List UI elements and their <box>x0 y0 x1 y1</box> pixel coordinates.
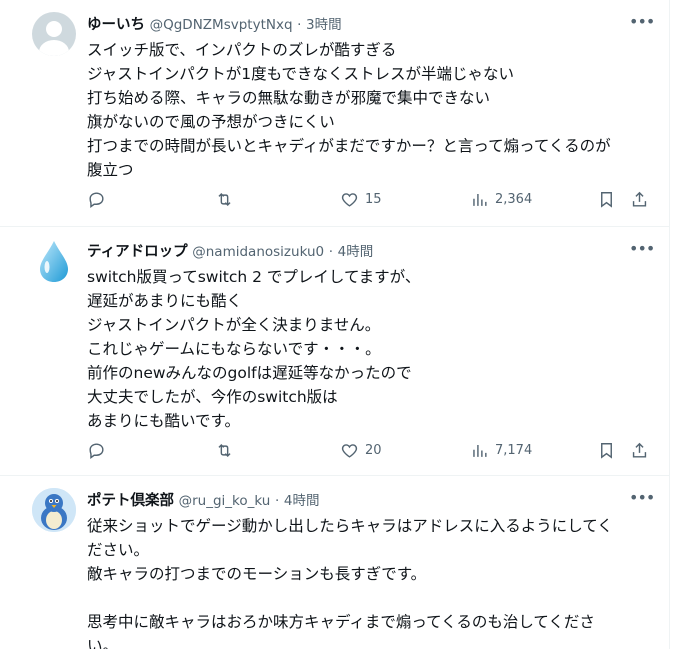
views-button[interactable]: 2,364 <box>470 188 532 210</box>
separator-dot: · <box>274 493 280 509</box>
reply-button[interactable] <box>87 188 106 210</box>
tweet-text-line: スイッチ版で、インパクトのズレが酷すぎる <box>87 41 397 59</box>
tweet-text-line: い。 <box>87 637 119 649</box>
tweet-text-line: ださい。 <box>87 541 150 559</box>
bookmark-icon <box>601 191 612 208</box>
timestamp[interactable]: 3時間 <box>306 17 342 33</box>
tweet-actions: 15 2,364 <box>87 188 651 210</box>
avatar[interactable] <box>32 239 76 283</box>
separator-dot: · <box>297 17 302 33</box>
tweet-header: ゆーいち @QgDNZMsvptytNxq · 3時間 <box>87 14 639 36</box>
analytics-icon <box>473 193 487 206</box>
timestamp[interactable]: 4時間 <box>338 244 374 260</box>
tweet-text: 従来ショットでゲージ動かし出したらキャラはアドレスに入るようにしてく ださい。 … <box>87 514 649 649</box>
bookmark-icon <box>601 442 612 459</box>
tweet-text-line: あまりにも酷いです。 <box>87 412 240 430</box>
tweet[interactable]: ティアドロップ @namidanosizuku0 · 4時間 ••• switc… <box>0 227 670 476</box>
tweet-actions: 20 7,174 <box>87 439 651 461</box>
user-handle[interactable]: @namidanosizuku0 <box>192 244 324 260</box>
tweet-text-line: switch版買ってswitch 2 でプレイしてますが、 <box>87 268 421 286</box>
tweet-text-line: 思考中に敵キャラはおろか味方キャディまで煽ってくるのも治してくださ <box>87 613 595 631</box>
tweet-text-line: 打つまでの時間が長いとキャディがまだですかー？と言って煽ってくるのが <box>87 137 611 155</box>
timeline-feed: ゆーいち @QgDNZMsvptytNxq · 3時間 ••• スイッチ版で、イ… <box>0 0 670 649</box>
more-horizontal-icon[interactable]: ••• <box>629 490 655 510</box>
share-icon <box>632 442 647 458</box>
display-name[interactable]: ティアドロップ <box>87 244 188 260</box>
avatar[interactable] <box>32 488 76 532</box>
tweet-text-line: 旗がないので風の予想がつきにくい <box>87 113 335 131</box>
penguin-icon <box>32 488 76 532</box>
retweet-button[interactable] <box>215 188 234 210</box>
tweet-text-line: 前作のnewみんなのgolfは遅延等なかったので <box>87 364 412 382</box>
views-button[interactable]: 7,174 <box>470 439 532 461</box>
tweet-text-line: 打ち始める際、キャラの無駄な動きが邪魔で集中できない <box>87 89 491 107</box>
reply-icon <box>89 191 104 208</box>
water-drop-icon <box>40 241 68 282</box>
like-button[interactable]: 15 <box>340 188 382 210</box>
tweet-text-line: 腹立つ <box>87 161 134 179</box>
share-button[interactable] <box>630 439 649 461</box>
more-horizontal-icon[interactable]: ••• <box>629 241 655 261</box>
tweet-header: ポテト倶楽部 @ru_gi_ko_ku · 4時間 <box>87 490 639 512</box>
display-name[interactable]: ゆーいち <box>87 17 145 33</box>
share-button[interactable] <box>630 188 649 210</box>
heart-icon <box>341 192 358 207</box>
user-handle[interactable]: @QgDNZMsvptytNxq <box>150 17 293 33</box>
like-count: 20 <box>365 442 382 458</box>
retweet-icon <box>218 443 231 457</box>
tweet-header: ティアドロップ @namidanosizuku0 · 4時間 <box>87 241 639 263</box>
tweet-text: スイッチ版で、インパクトのズレが酷すぎる ジャストインパクトが1度もできなくスト… <box>87 38 649 182</box>
separator-dot: · <box>328 244 334 260</box>
tweet-text-line: 敵キャラの打つまでのモーションも長すぎです。 <box>87 565 427 583</box>
tweet-text-line: ジャストインパクトが1度もできなくストレスが半端じゃない <box>87 65 514 83</box>
heart-icon <box>341 443 358 458</box>
tweet-text-line: 大丈夫でしたが、今作のswitch版は <box>87 388 338 406</box>
tweet-text-line: 遅延があまりにも酷く <box>87 292 243 310</box>
like-button[interactable]: 20 <box>340 439 382 461</box>
reply-button[interactable] <box>87 439 106 461</box>
tweet[interactable]: ゆーいち @QgDNZMsvptytNxq · 3時間 ••• スイッチ版で、イ… <box>0 0 670 227</box>
display-name[interactable]: ポテト倶楽部 <box>87 493 174 509</box>
views-count: 2,364 <box>495 191 533 207</box>
reply-icon <box>89 442 104 459</box>
timestamp[interactable]: 4時間 <box>284 493 320 509</box>
analytics-icon <box>473 444 487 457</box>
bookmark-button[interactable] <box>597 188 616 210</box>
views-count: 7,174 <box>495 442 533 458</box>
tweet-text: switch版買ってswitch 2 でプレイしてますが、 遅延があまりにも酷く… <box>87 265 649 433</box>
like-count: 15 <box>365 191 382 207</box>
tweet[interactable]: ポテト倶楽部 @ru_gi_ko_ku · 4時間 ••• 従来ショットでゲージ… <box>0 476 670 649</box>
more-horizontal-icon[interactable]: ••• <box>629 14 655 34</box>
share-icon <box>632 191 647 207</box>
user-handle[interactable]: @ru_gi_ko_ku <box>179 493 271 509</box>
retweet-button[interactable] <box>215 439 234 461</box>
avatar[interactable] <box>32 12 76 56</box>
retweet-icon <box>218 192 231 206</box>
tweet-text-line: 従来ショットでゲージ動かし出したらキャラはアドレスに入るようにしてく <box>87 517 613 535</box>
tweet-text-line: これじゃゲームにもならないです・・・。 <box>87 340 381 358</box>
tweet-text-line: ジャストインパクトが全く決まりません。 <box>87 316 381 334</box>
bookmark-button[interactable] <box>597 439 616 461</box>
